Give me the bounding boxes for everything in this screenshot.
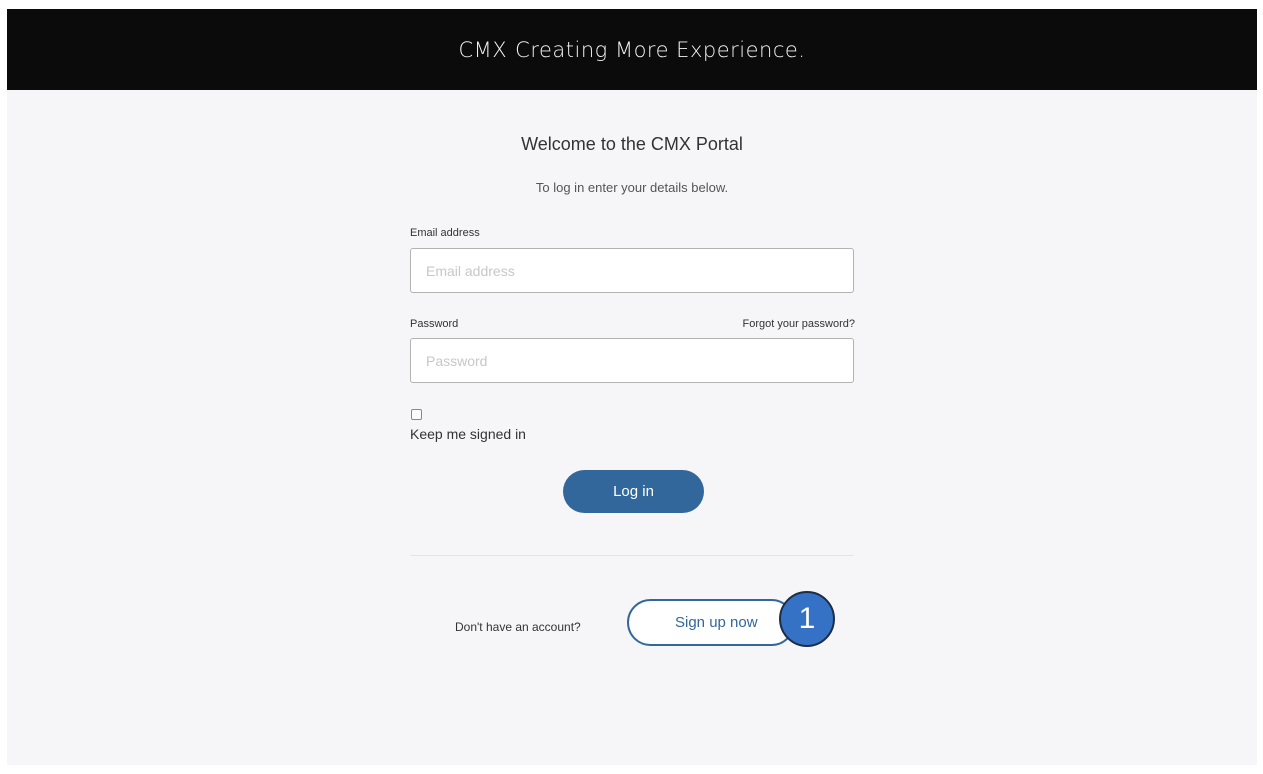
portal-page: CMX Creating More Experience. Welcome to …: [7, 9, 1257, 765]
password-field[interactable]: [410, 338, 854, 383]
signup-prompt: Don't have an account?: [455, 620, 581, 634]
step-number-badge: 1: [779, 591, 835, 647]
sign-up-button[interactable]: Sign up now: [627, 599, 795, 646]
login-instructions: To log in enter your details below.: [535, 180, 729, 195]
section-divider: [410, 555, 854, 556]
login-button[interactable]: Log in: [563, 470, 704, 513]
keep-signed-in-checkbox[interactable]: [411, 409, 422, 420]
password-label: Password: [410, 318, 459, 330]
brand-short-name: CMX: [458, 37, 508, 62]
email-label: Email address: [410, 227, 480, 239]
top-header-bar: CMX Creating More Experience.: [7, 9, 1257, 90]
brand-tagline: Creating More Experience.: [515, 37, 806, 62]
email-field[interactable]: [410, 248, 854, 293]
keep-signed-in-label: Keep me signed in: [410, 426, 526, 442]
forgot-password-link[interactable]: Forgot your password?: [743, 318, 856, 330]
brand-logo: CMX Creating More Experience.: [459, 38, 806, 62]
page-title: Welcome to the CMX Portal: [521, 134, 743, 154]
